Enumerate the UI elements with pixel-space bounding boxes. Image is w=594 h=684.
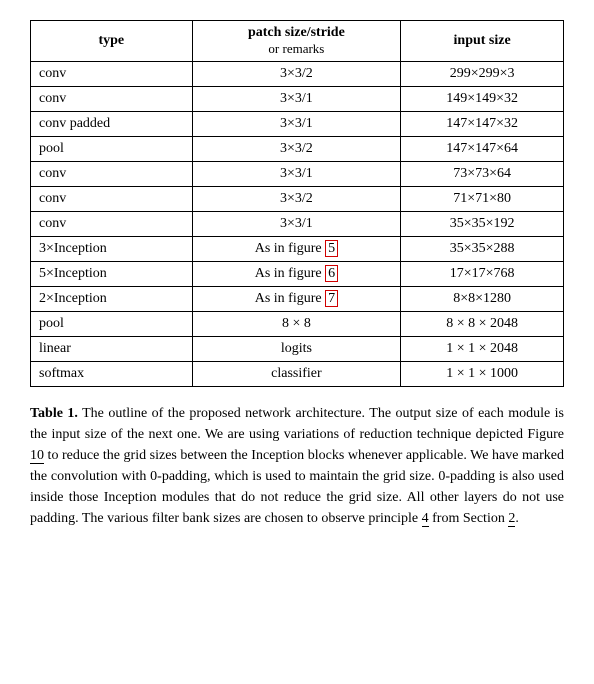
cell-type: 2×Inception — [31, 287, 193, 312]
cell-type: conv — [31, 162, 193, 187]
cell-type: pool — [31, 312, 193, 337]
table-row: pool3×3/2147×147×64 — [31, 137, 564, 162]
table-row: conv3×3/135×35×192 — [31, 212, 564, 237]
cell-input: 147×147×64 — [401, 137, 564, 162]
table-body: conv3×3/2299×299×3conv3×3/1149×149×32con… — [31, 62, 564, 387]
input-header-label: input size — [454, 33, 511, 48]
caption-link2[interactable]: 4 — [422, 511, 429, 527]
caption-text4: . — [515, 511, 519, 526]
col-input-header: input size — [401, 21, 564, 62]
cell-input: 71×71×80 — [401, 187, 564, 212]
table-row: 5×InceptionAs in figure 617×17×768 — [31, 262, 564, 287]
cell-patch: 3×3/1 — [192, 112, 401, 137]
cell-type: pool — [31, 137, 193, 162]
cell-input: 8 × 8 × 2048 — [401, 312, 564, 337]
table-row: 2×InceptionAs in figure 78×8×1280 — [31, 287, 564, 312]
table-row: conv3×3/2299×299×3 — [31, 62, 564, 87]
cell-input: 17×17×768 — [401, 262, 564, 287]
col-patch-header: patch size/stride or remarks — [192, 21, 401, 62]
cell-type: conv padded — [31, 112, 193, 137]
cell-input: 299×299×3 — [401, 62, 564, 87]
cell-type: conv — [31, 212, 193, 237]
patch-text-before: As in figure — [255, 291, 325, 306]
cell-patch: 3×3/1 — [192, 162, 401, 187]
col-type-header: type — [31, 21, 193, 62]
cell-type: conv — [31, 87, 193, 112]
cell-type: 5×Inception — [31, 262, 193, 287]
cell-type: 3×Inception — [31, 237, 193, 262]
cell-patch: 3×3/1 — [192, 212, 401, 237]
caption-text3: from Section — [429, 511, 509, 526]
cell-patch: 3×3/2 — [192, 62, 401, 87]
cell-patch: 3×3/2 — [192, 137, 401, 162]
caption-link1[interactable]: 10 — [30, 448, 44, 464]
cell-type: softmax — [31, 362, 193, 387]
patch-highlight: 7 — [325, 290, 338, 307]
table-row: 3×InceptionAs in figure 535×35×288 — [31, 237, 564, 262]
table-row: conv3×3/1149×149×32 — [31, 87, 564, 112]
table-caption: Table 1. The outline of the proposed net… — [30, 403, 564, 529]
cell-input: 147×147×32 — [401, 112, 564, 137]
type-header-label: type — [98, 33, 124, 48]
cell-patch: classifier — [192, 362, 401, 387]
cell-type: conv — [31, 187, 193, 212]
table-row: conv3×3/271×71×80 — [31, 187, 564, 212]
architecture-table: type patch size/stride or remarks input … — [30, 20, 564, 387]
cell-input: 35×35×192 — [401, 212, 564, 237]
caption-text1: The outline of the proposed network arch… — [30, 406, 564, 442]
cell-input: 73×73×64 — [401, 162, 564, 187]
cell-patch: As in figure 6 — [192, 262, 401, 287]
patch-text-before: As in figure — [255, 241, 325, 256]
cell-patch: 3×3/1 — [192, 87, 401, 112]
cell-patch: 3×3/2 — [192, 187, 401, 212]
patch-highlight: 6 — [325, 265, 338, 282]
cell-patch: logits — [192, 337, 401, 362]
cell-input: 149×149×32 — [401, 87, 564, 112]
table-row: softmaxclassifier1 × 1 × 1000 — [31, 362, 564, 387]
cell-patch: As in figure 7 — [192, 287, 401, 312]
patch-header-sub: or remarks — [201, 41, 393, 57]
cell-input: 1 × 1 × 1000 — [401, 362, 564, 387]
cell-input: 1 × 1 × 2048 — [401, 337, 564, 362]
cell-input: 8×8×1280 — [401, 287, 564, 312]
table-row: pool8 × 88 × 8 × 2048 — [31, 312, 564, 337]
patch-header-main: patch size/stride — [201, 25, 393, 41]
table-row: conv3×3/173×73×64 — [31, 162, 564, 187]
cell-patch: As in figure 5 — [192, 237, 401, 262]
cell-type: conv — [31, 62, 193, 87]
table-row: conv padded3×3/1147×147×32 — [31, 112, 564, 137]
patch-highlight: 5 — [325, 240, 338, 257]
table-row: linearlogits1 × 1 × 2048 — [31, 337, 564, 362]
patch-text-before: As in figure — [255, 266, 325, 281]
caption-bold: Table 1. — [30, 406, 78, 421]
cell-input: 35×35×288 — [401, 237, 564, 262]
cell-patch: 8 × 8 — [192, 312, 401, 337]
cell-type: linear — [31, 337, 193, 362]
table-container: type patch size/stride or remarks input … — [30, 20, 564, 387]
